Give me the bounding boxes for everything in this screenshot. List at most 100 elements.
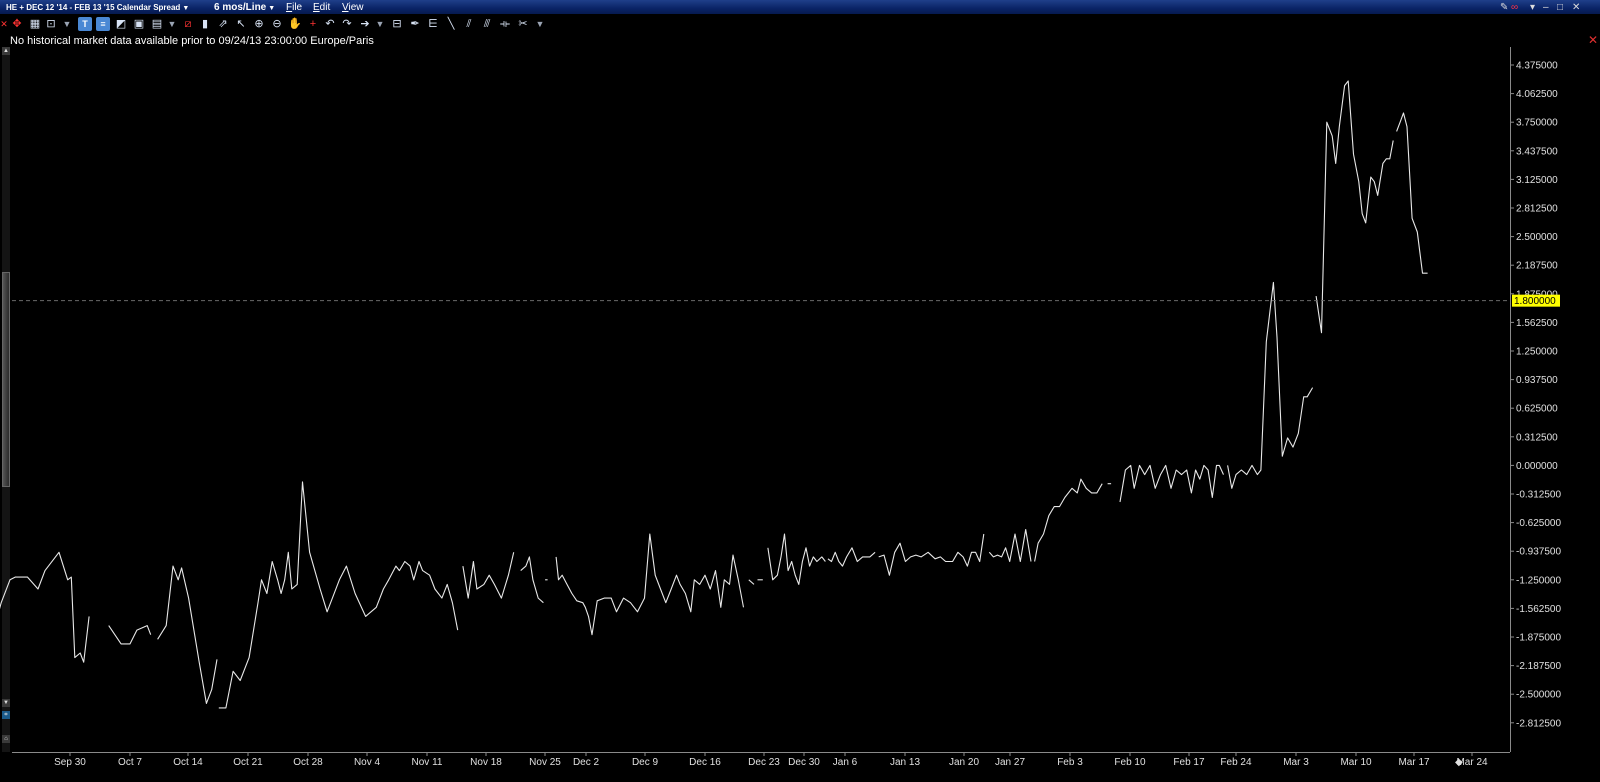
layout-icon[interactable]: ▤ bbox=[150, 17, 164, 31]
scroll-up-icon[interactable]: ▲ bbox=[2, 47, 10, 55]
scale-toggle-icon[interactable]: ⌗ bbox=[2, 711, 10, 719]
channel-icon[interactable]: ⫽ bbox=[462, 17, 476, 31]
y-tick-label: 2.812500 bbox=[1516, 204, 1558, 215]
period-selector-text: 6 mos/Line bbox=[214, 2, 267, 13]
arrow-pointer-icon[interactable]: ↖ bbox=[234, 17, 248, 31]
y-axis: 4.375000 4.062500 3.750000 3.437500 3.125000… bbox=[1510, 61, 1561, 729]
menu-edit[interactable]: Edit bbox=[313, 0, 330, 15]
x-tick-label: Jan 13 bbox=[890, 757, 920, 768]
y-tick-label: -0.937500 bbox=[1516, 547, 1561, 558]
y-tick-label: -1.250000 bbox=[1516, 575, 1561, 586]
x-tick-label: Dec 30 bbox=[788, 757, 820, 768]
bracket-icon[interactable]: ⟛ bbox=[498, 17, 512, 31]
crosshair-icon[interactable]: ✥ bbox=[10, 17, 24, 31]
trend-line-icon[interactable]: ╲ bbox=[444, 17, 458, 31]
current-position-icon: ◆ bbox=[1455, 757, 1463, 768]
close-icon[interactable]: ✕ bbox=[1588, 33, 1598, 47]
zoom-out-icon[interactable]: ⊖ bbox=[270, 17, 284, 31]
x-tick-label: Oct 21 bbox=[233, 757, 263, 768]
wrench-icon[interactable]: ✂ bbox=[516, 17, 530, 31]
zoom-box-icon[interactable]: ⊡ bbox=[44, 17, 58, 31]
y-tick-label: 3.437500 bbox=[1516, 146, 1558, 157]
scrollbar-thumb[interactable] bbox=[2, 272, 10, 487]
maximize-icon[interactable]: □ bbox=[1557, 0, 1563, 15]
close-icon[interactable]: ✕ bbox=[0, 17, 8, 31]
chevron-down-icon[interactable]: ▼ bbox=[165, 17, 179, 31]
x-tick-label: Oct 28 bbox=[293, 757, 323, 768]
hand-icon[interactable]: ✋ bbox=[288, 17, 302, 31]
indicator-t-icon[interactable]: T bbox=[78, 17, 92, 31]
x-tick-label: Mar 10 bbox=[1340, 757, 1372, 768]
chevron-down-icon[interactable]: ▼ bbox=[533, 17, 547, 31]
link-icon[interactable]: ∞ bbox=[1511, 0, 1518, 15]
y-tick-label: 3.125000 bbox=[1516, 175, 1558, 186]
export-image-icon[interactable]: ▣ bbox=[132, 17, 146, 31]
ruler-icon[interactable]: ⊟ bbox=[390, 17, 404, 31]
chart-plot-area[interactable] bbox=[12, 47, 1510, 752]
chart-settings-icon[interactable]: ◩ bbox=[114, 17, 128, 31]
zoom-in-icon[interactable]: ⊕ bbox=[252, 17, 266, 31]
indicator-list-icon[interactable]: ≡ bbox=[96, 17, 110, 31]
price-marker-badge bbox=[1512, 294, 1560, 307]
crosshair-tool-icon[interactable]: + bbox=[306, 17, 320, 31]
arrow-right-icon[interactable]: ➔ bbox=[358, 17, 372, 31]
y-tick-label: 4.062500 bbox=[1516, 89, 1558, 100]
no-data-notice: No historical market data available prio… bbox=[10, 35, 374, 47]
x-tick-label: Feb 3 bbox=[1057, 757, 1083, 768]
window-title[interactable]: HE + DEC 12 '14 - FEB 13 '15 Calendar Sp… bbox=[6, 0, 189, 16]
y-tick-label: -1.875000 bbox=[1516, 633, 1561, 644]
y-tick-label: 0.312500 bbox=[1516, 432, 1558, 443]
x-tick-label: Oct 14 bbox=[173, 757, 203, 768]
title-bar: HE + DEC 12 '14 - FEB 13 '15 Calendar Sp… bbox=[0, 0, 1600, 15]
x-tick-label: Nov 25 bbox=[529, 757, 561, 768]
window-title-text: HE + DEC 12 '14 - FEB 13 '15 Calendar Sp… bbox=[6, 3, 181, 12]
x-tick-label: Mar 24 bbox=[1456, 757, 1488, 768]
y-tick-label: -2.500000 bbox=[1516, 690, 1561, 701]
y-tick-label: 4.375000 bbox=[1516, 61, 1558, 72]
fib-icon[interactable]: ⋿ bbox=[426, 17, 440, 31]
y-tick-label: -2.187500 bbox=[1516, 661, 1561, 672]
close-icon[interactable]: ✕ bbox=[1572, 0, 1580, 15]
scroll-down-icon[interactable]: ▼ bbox=[2, 699, 10, 707]
y-tick-label: -2.812500 bbox=[1516, 718, 1561, 729]
redo-icon[interactable]: ↷ bbox=[340, 17, 354, 31]
x-tick-label: Nov 4 bbox=[354, 757, 381, 768]
chevron-down-icon: ▼ bbox=[268, 5, 276, 12]
chart-toolbar: ✕ ✥ ▦ ⊡ ▼ T ≡ ◩ ▣ ▤ ▼ ⧄ ▮ ⇗ ↖ ⊕ ⊖ ✋ + ↶ … bbox=[0, 16, 1600, 33]
period-selector[interactable]: 6 mos/Line ▼ bbox=[214, 0, 275, 16]
y-tick-label: -0.625000 bbox=[1516, 518, 1561, 529]
minimize-icon[interactable]: – bbox=[1543, 0, 1549, 15]
x-tick-label: Feb 10 bbox=[1114, 757, 1146, 768]
pen-icon[interactable]: ✒ bbox=[408, 17, 422, 31]
bar-chart-icon[interactable]: ▮ bbox=[198, 17, 212, 31]
x-tick-label: Nov 11 bbox=[412, 757, 443, 768]
x-tick-label: Oct 7 bbox=[118, 757, 142, 768]
x-tick-label: Jan 27 bbox=[995, 757, 1025, 768]
x-tick-label: Jan 6 bbox=[833, 757, 858, 768]
y-tick-label: 0.000000 bbox=[1516, 461, 1558, 472]
y-tick-label: -1.562500 bbox=[1516, 604, 1561, 615]
dropdown-icon[interactable]: ▾ bbox=[1530, 0, 1535, 15]
y-tick-label: 1.562500 bbox=[1516, 318, 1558, 329]
y-tick-label: 0.937500 bbox=[1516, 375, 1558, 386]
chevron-down-icon[interactable]: ▼ bbox=[373, 17, 387, 31]
x-tick-label: Nov 18 bbox=[470, 757, 502, 768]
x-tick-label: Sep 30 bbox=[54, 757, 86, 768]
x-tick-label: Mar 17 bbox=[1398, 757, 1430, 768]
lock-icon[interactable]: ⌂ bbox=[2, 735, 10, 743]
y-tick-label: 3.750000 bbox=[1516, 118, 1558, 129]
vertical-scrollbar[interactable]: ▲ ▼ ⌗ ⌂ bbox=[2, 47, 10, 752]
cursor-icon[interactable]: ⇗ bbox=[216, 17, 230, 31]
undo-icon[interactable]: ↶ bbox=[323, 17, 337, 31]
y-tick-label: 2.187500 bbox=[1516, 261, 1558, 272]
pen-icon[interactable]: ✎ bbox=[1500, 0, 1508, 15]
x-axis: Sep 30 Oct 7 Oct 14 Oct 21 Oct 28 Nov 4 Nov 11… bbox=[54, 752, 1488, 768]
multi-line-icon[interactable]: ⫻ bbox=[480, 17, 494, 31]
x-tick-label: Mar 3 bbox=[1283, 757, 1309, 768]
menu-file[interactable]: File bbox=[286, 0, 302, 15]
draw-line-icon[interactable]: ⧄ bbox=[181, 17, 195, 31]
menu-view[interactable]: View bbox=[342, 0, 364, 15]
grid-icon[interactable]: ▦ bbox=[28, 17, 42, 31]
x-tick-label: Jan 20 bbox=[949, 757, 979, 768]
chevron-down-icon[interactable]: ▼ bbox=[60, 17, 74, 31]
